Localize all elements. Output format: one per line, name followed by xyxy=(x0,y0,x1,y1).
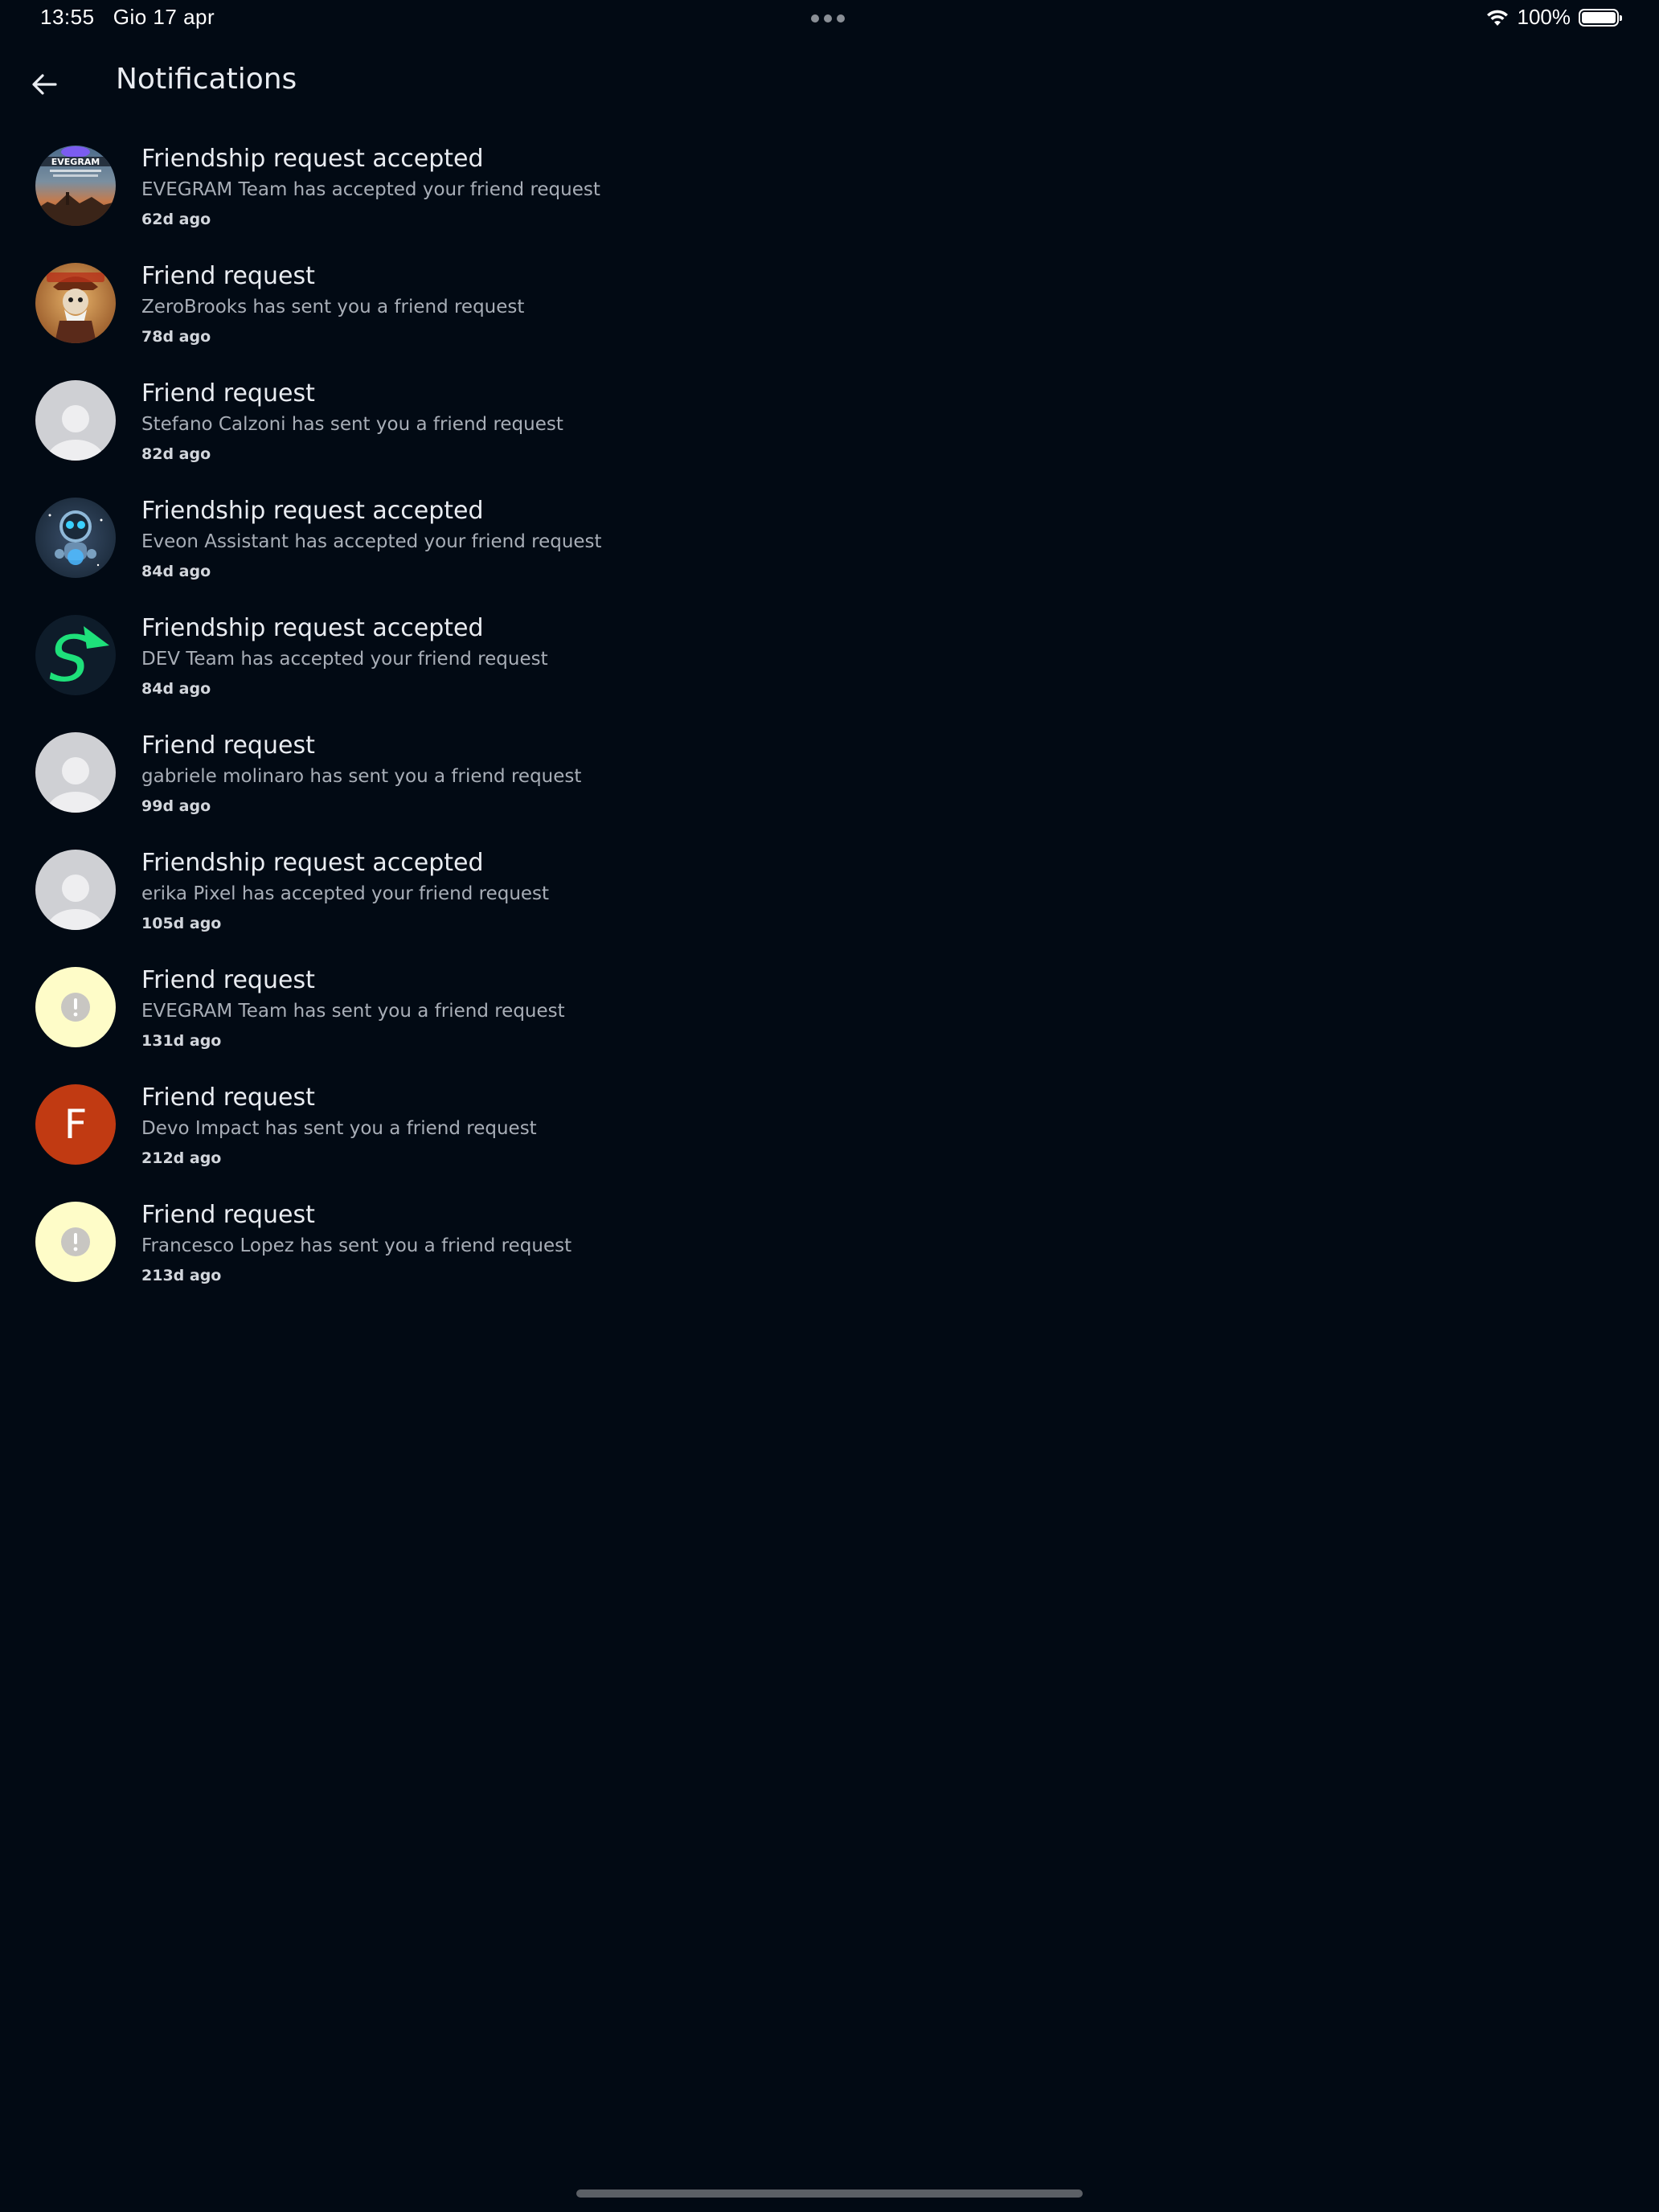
notification-body: EVEGRAM Team has sent you a friend reque… xyxy=(141,1001,565,1022)
notification-item[interactable]: EVEGRAM Friendship request accepted EVEG… xyxy=(0,145,1659,262)
notification-item[interactable]: S Friendship request accepted DEV Team h… xyxy=(0,614,1659,731)
status-date: Gio 17 apr xyxy=(113,5,215,29)
notification-title: Friend request xyxy=(141,731,315,760)
multitasking-dots-icon[interactable] xyxy=(811,14,845,23)
user-silhouette-icon xyxy=(35,850,116,930)
notification-item[interactable]: Friend request Francesco Lopez has sent … xyxy=(0,1201,1659,1318)
s-logo-icon: S xyxy=(35,615,116,695)
default-user-avatar[interactable] xyxy=(35,380,116,461)
notification-body: gabriele molinaro has sent you a friend … xyxy=(141,766,582,787)
avatar-evegram[interactable]: EVEGRAM xyxy=(35,145,116,226)
default-user-avatar[interactable] xyxy=(35,850,116,930)
notification-time: 131d ago xyxy=(141,1032,222,1050)
notification-item[interactable]: Friendship request accepted Eveon Assist… xyxy=(0,497,1659,614)
notification-item[interactable]: F Friend request Devo Impact has sent yo… xyxy=(0,1083,1659,1201)
notification-body: Devo Impact has sent you a friend reques… xyxy=(141,1118,537,1139)
notification-list: EVEGRAM Friendship request accepted EVEG… xyxy=(0,145,1659,1318)
avatar-text: EVEGRAM xyxy=(51,157,100,167)
notification-body: Stefano Calzoni has sent you a friend re… xyxy=(141,414,563,435)
notification-title: Friend request xyxy=(141,379,315,408)
battery-percentage: 100% xyxy=(1517,5,1571,29)
notification-title: Friend request xyxy=(141,966,315,994)
arrow-left-icon xyxy=(32,74,57,95)
notification-body: DEV Team has accepted your friend reques… xyxy=(141,649,548,670)
notification-time: 99d ago xyxy=(141,797,211,815)
notification-item[interactable]: Friendship request accepted erika Pixel … xyxy=(0,849,1659,966)
notification-body: Eveon Assistant has accepted your friend… xyxy=(141,531,602,552)
notification-time: 213d ago xyxy=(141,1267,222,1284)
notification-title: Friendship request accepted xyxy=(141,145,484,173)
exclamation-icon xyxy=(35,1202,116,1282)
avatar-dev-team[interactable]: S xyxy=(35,615,116,695)
notification-title: Friendship request accepted xyxy=(141,614,484,642)
notification-time: 84d ago xyxy=(141,563,211,580)
warning-placeholder-avatar[interactable] xyxy=(35,1202,116,1282)
warning-placeholder-avatar[interactable] xyxy=(35,967,116,1047)
notification-time: 78d ago xyxy=(141,328,211,346)
notification-item[interactable]: Friend request ZeroBrooks has sent you a… xyxy=(0,262,1659,379)
status-time: 13:55 xyxy=(40,5,95,29)
default-user-avatar[interactable] xyxy=(35,732,116,813)
notification-time: 82d ago xyxy=(141,445,211,463)
exclamation-icon xyxy=(35,967,116,1047)
notification-time: 212d ago xyxy=(141,1149,222,1167)
avatar-text: S xyxy=(49,624,89,695)
notification-title: Friend request xyxy=(141,262,315,290)
avatar-eveon-assistant[interactable] xyxy=(35,498,116,578)
notification-time: 62d ago xyxy=(141,211,211,228)
header: Notifications xyxy=(0,56,1659,113)
status-time-date: 13:55 Gio 17 apr xyxy=(40,5,215,30)
letter-avatar[interactable]: F xyxy=(35,1084,116,1165)
avatar-zerobrooks[interactable] xyxy=(35,263,116,343)
status-bar: 13:55 Gio 17 apr 100% xyxy=(0,0,1659,39)
back-button[interactable] xyxy=(24,64,64,104)
notification-body: erika Pixel has accepted your friend req… xyxy=(141,883,550,904)
notification-body: EVEGRAM Team has accepted your friend re… xyxy=(141,179,600,200)
battery-icon xyxy=(1579,8,1622,27)
wifi-icon xyxy=(1486,10,1508,26)
notification-item[interactable]: Friend request Stefano Calzoni has sent … xyxy=(0,379,1659,497)
status-indicators: 100% xyxy=(1485,5,1622,30)
user-silhouette-icon xyxy=(35,380,116,461)
notification-item[interactable]: Friend request gabriele molinaro has sen… xyxy=(0,731,1659,849)
notification-title: Friendship request accepted xyxy=(141,497,484,525)
notification-title: Friend request xyxy=(141,1201,315,1229)
avatar-letter: F xyxy=(64,1101,88,1148)
notification-body: ZeroBrooks has sent you a friend request xyxy=(141,297,525,317)
page-title: Notifications xyxy=(116,63,297,96)
notification-time: 105d ago xyxy=(141,915,222,932)
notification-item[interactable]: Friend request EVEGRAM Team has sent you… xyxy=(0,966,1659,1083)
notification-time: 84d ago xyxy=(141,680,211,698)
notification-title: Friendship request accepted xyxy=(141,849,484,877)
home-indicator[interactable] xyxy=(576,2189,1083,2198)
notification-body: Francesco Lopez has sent you a friend re… xyxy=(141,1235,572,1256)
notification-title: Friend request xyxy=(141,1083,315,1112)
user-silhouette-icon xyxy=(35,732,116,813)
